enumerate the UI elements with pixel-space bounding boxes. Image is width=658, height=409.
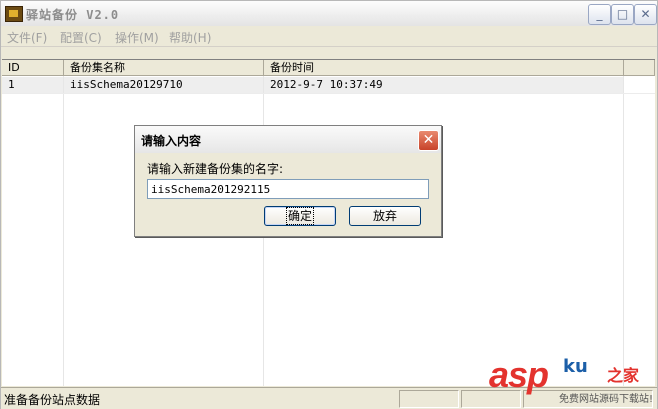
dialog-title: 请输入内容 xyxy=(141,134,202,148)
title-bar[interactable]: 驿站备份 V2.0 _ □ ✕ xyxy=(1,1,657,26)
grid-line xyxy=(623,76,624,386)
dialog-title-bar[interactable]: 请输入内容 ✕ xyxy=(135,126,441,153)
backup-name-input[interactable] xyxy=(147,179,429,199)
dialog-prompt: 请输入新建备份集的名字: xyxy=(147,162,284,176)
menu-file[interactable]: 文件(F) xyxy=(7,29,47,46)
menu-config[interactable]: 配置(C) xyxy=(60,29,102,46)
watermark-asp: asp xyxy=(489,354,549,395)
row-name: iisSchema20129710 xyxy=(70,78,183,91)
menu-operation[interactable]: 操作(M) xyxy=(115,29,159,46)
row-id: 1 xyxy=(8,78,15,91)
column-header-time[interactable]: 备份时间 xyxy=(264,60,624,76)
input-dialog: 请输入内容 ✕ 请输入新建备份集的名字: 确定 放弃 xyxy=(134,125,442,237)
minimize-button[interactable]: _ xyxy=(588,4,611,25)
close-button[interactable]: ✕ xyxy=(634,4,657,25)
watermark-subtitle: 免费网站源码下载站! xyxy=(559,394,654,405)
dialog-close-icon[interactable]: ✕ xyxy=(418,130,439,151)
maximize-button[interactable]: □ xyxy=(611,4,634,25)
watermark-zhijia: 之家 xyxy=(607,366,640,385)
cancel-button[interactable]: 放弃 xyxy=(349,206,421,226)
status-panel xyxy=(399,390,459,408)
grid-line xyxy=(2,93,655,94)
app-icon xyxy=(5,6,23,22)
menu-help[interactable]: 帮助(H) xyxy=(169,29,211,46)
ok-button[interactable]: 确定 xyxy=(264,206,336,226)
column-header-name[interactable]: 备份集名称 xyxy=(64,60,264,76)
column-header-id[interactable]: ID xyxy=(2,60,64,76)
row-time: 2012-9-7 10:37:49 xyxy=(270,78,383,91)
menu-bar: 文件(F) 配置(C) 操作(M) 帮助(H) xyxy=(1,26,657,47)
status-text: 准备备份站点数据 xyxy=(4,393,101,407)
window-title: 驿站备份 V2.0 xyxy=(26,8,120,22)
grid-line xyxy=(63,76,64,386)
column-header-filler xyxy=(624,60,655,76)
ok-button-label: 确定 xyxy=(285,207,315,225)
watermark-ku: ku xyxy=(563,356,588,377)
watermark-logo: asp ku 之家 免费网站源码下载站! xyxy=(489,352,657,407)
